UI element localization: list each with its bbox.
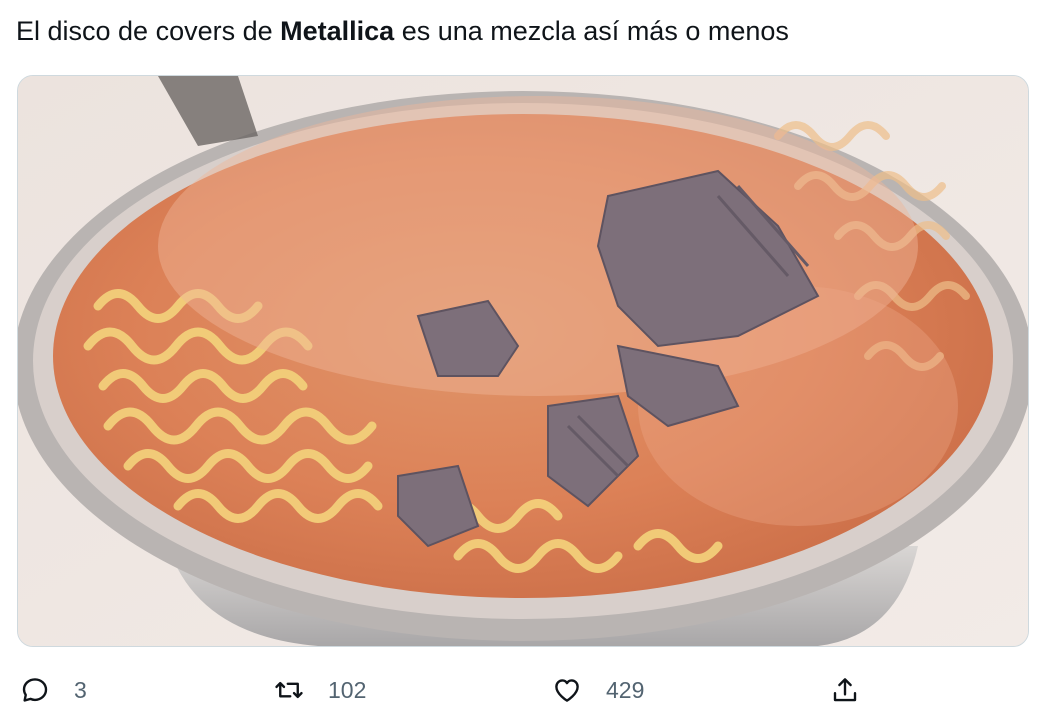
ramen-pot-photo — [18, 76, 1028, 646]
tweet-text: El disco de covers de Metallica es una m… — [16, 14, 1026, 48]
tweet-media-image[interactable] — [17, 75, 1029, 647]
retweet-icon — [275, 681, 303, 699]
tweet-text-start: El disco de covers de — [16, 16, 281, 46]
retweet-button[interactable]: 102 — [274, 664, 366, 716]
reply-icon — [22, 678, 48, 702]
tweet-actions: 3 102 429 — [0, 664, 1042, 716]
like-button[interactable]: 429 — [552, 664, 644, 716]
retweet-count: 102 — [328, 676, 367, 703]
reply-button[interactable]: 3 — [20, 664, 87, 716]
reply-count: 3 — [74, 676, 87, 703]
tweet-text-end: es una mezcla así más o menos — [394, 16, 789, 46]
tweet-text-bold[interactable]: Metallica — [280, 16, 394, 46]
share-icon — [833, 678, 857, 702]
like-count: 429 — [606, 676, 645, 703]
share-button[interactable] — [830, 664, 860, 716]
heart-icon — [555, 679, 579, 702]
